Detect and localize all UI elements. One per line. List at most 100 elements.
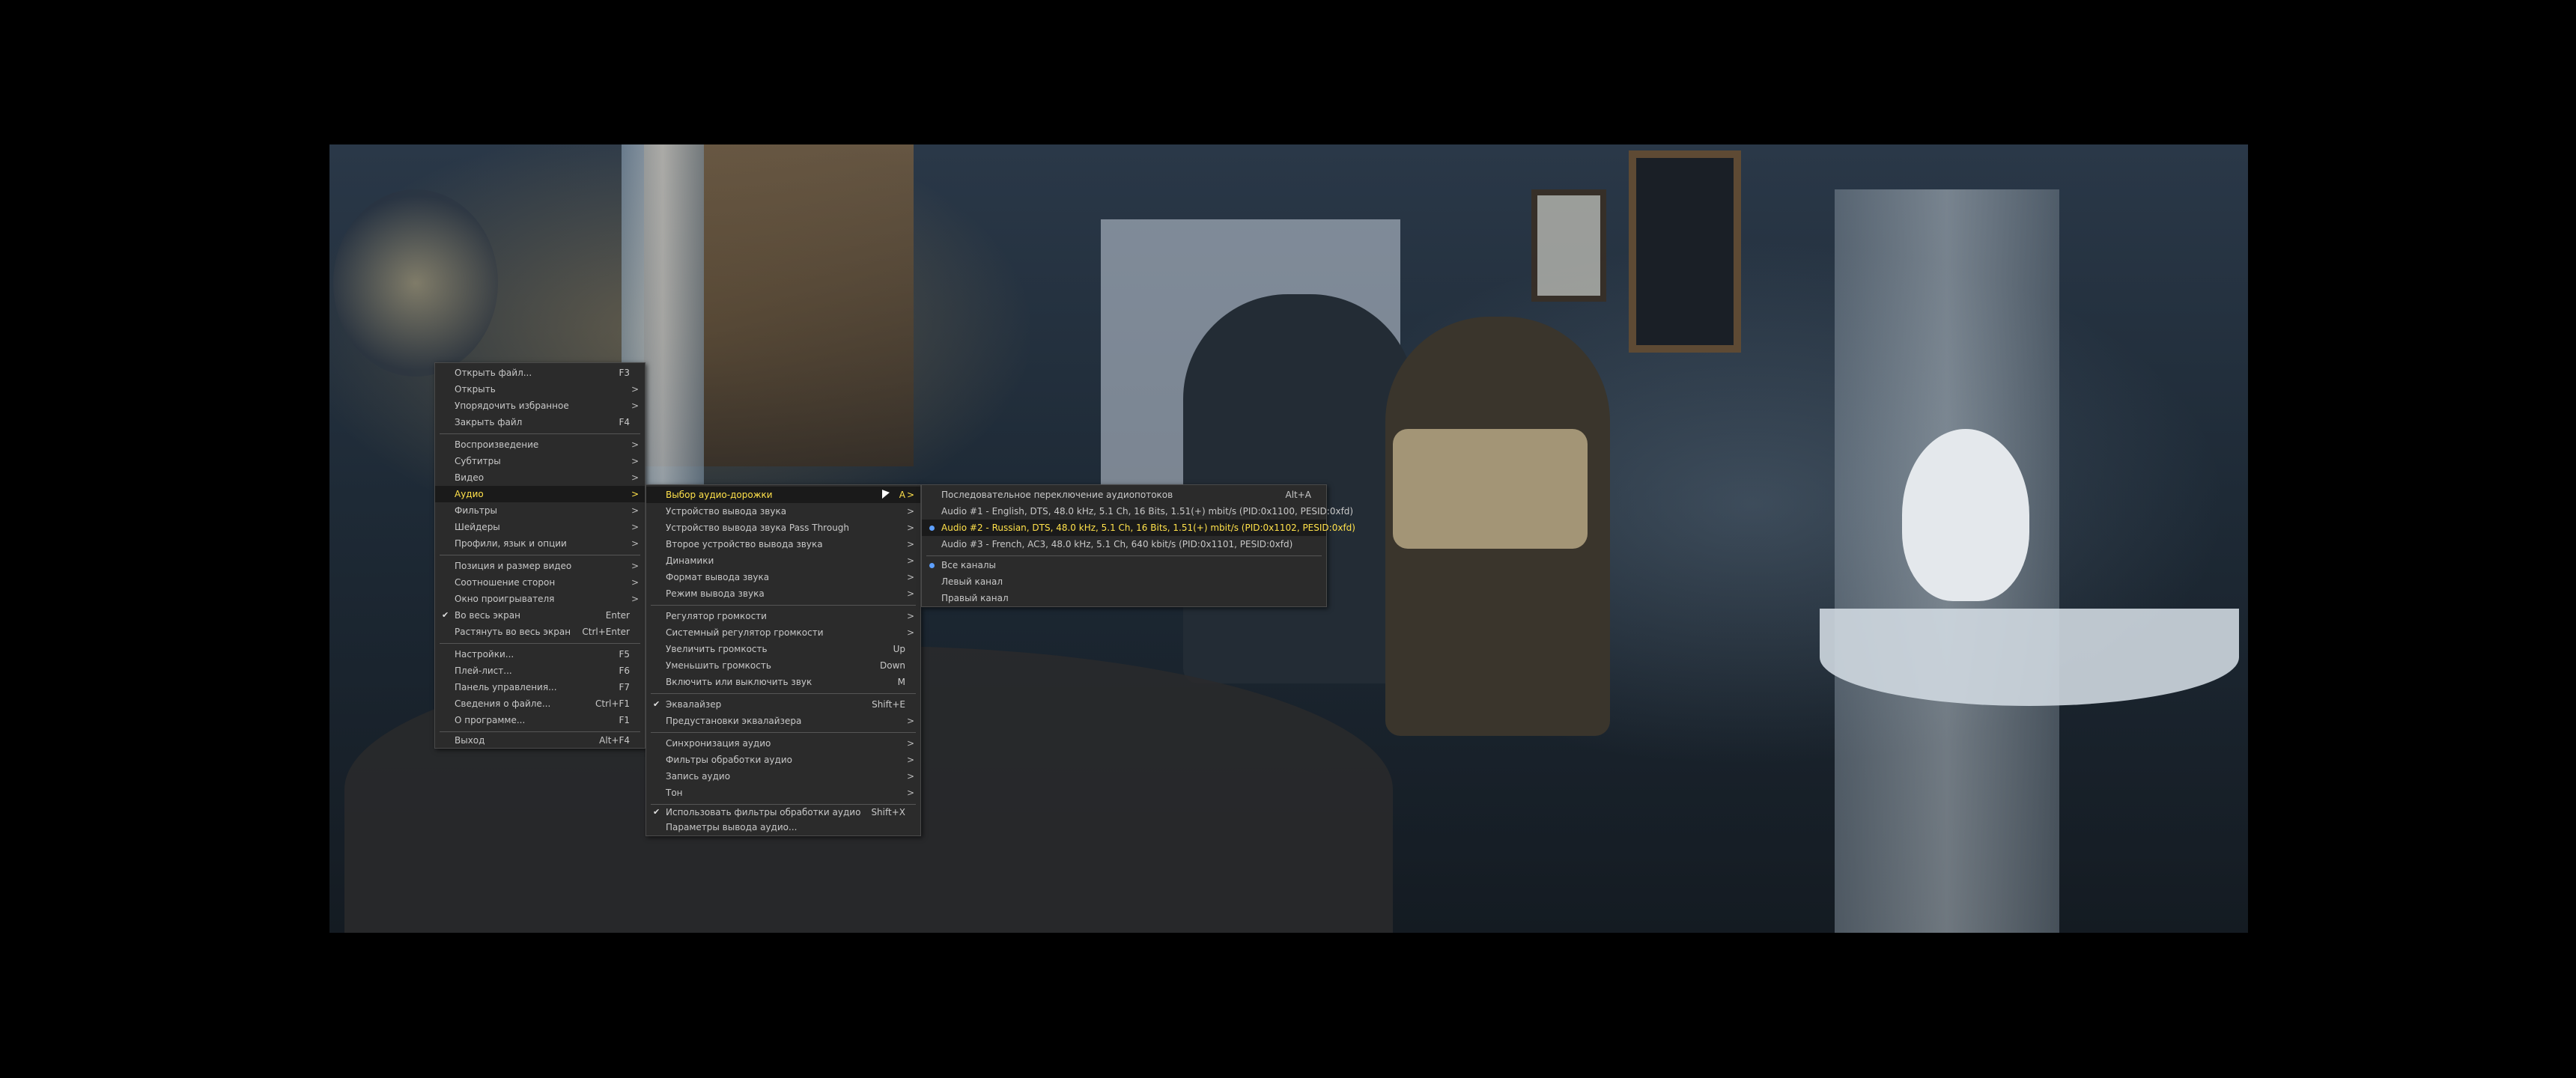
shortcut: A <box>899 490 905 500</box>
label: Формат вывода звука <box>666 572 770 582</box>
menu-item-equalizer[interactable]: ✔ Эквалайзер Shift+E <box>646 696 920 713</box>
context-menu-audio: Выбор аудио-дорожки A > Устройство вывода … <box>645 484 921 836</box>
menu-item-volume-control[interactable]: Регулятор громкости > <box>646 608 920 624</box>
menu-item-system-volume[interactable]: Системный регулятор громкости > <box>646 624 920 641</box>
separator <box>651 732 916 733</box>
label: Включить или выключить звук <box>666 677 812 687</box>
shortcut: F7 <box>619 682 630 692</box>
menu-item-shaders[interactable]: Шейдеры > <box>435 519 645 535</box>
menu-item-favorites[interactable]: Упорядочить избранное > <box>435 398 645 414</box>
menu-item-subtitles[interactable]: Субтитры > <box>435 453 645 469</box>
menu-item-audio-device-passthrough[interactable]: Устройство вывода звука Pass Through > <box>646 520 920 536</box>
menu-item-cycle-audio-streams[interactable]: Последовательное переключение аудиопоток… <box>922 487 1326 503</box>
label: Правый канал <box>941 593 1009 603</box>
submenu-arrow-icon: > <box>631 439 639 450</box>
label: Все каналы <box>941 560 996 570</box>
submenu-arrow-icon: > <box>631 577 639 588</box>
menu-item-audio-output-params[interactable]: Параметры вывода аудио... <box>646 819 920 835</box>
shawl <box>1393 429 1588 549</box>
submenu-arrow-icon: > <box>906 738 914 749</box>
menu-item-audio-record[interactable]: Запись аудио > <box>646 768 920 785</box>
label: Уменьшить громкость <box>666 660 771 671</box>
menu-item-fullscreen[interactable]: ✔ Во весь экран Enter <box>435 607 645 624</box>
label: Регулятор громкости <box>666 611 767 621</box>
menu-item-open-file[interactable]: Открыть файл... F3 <box>435 365 645 381</box>
shortcut: Ctrl+Enter <box>582 627 630 637</box>
shortcut: F5 <box>619 649 630 660</box>
menu-item-stretch-fullscreen[interactable]: Растянуть во весь экран Ctrl+Enter <box>435 624 645 640</box>
menu-item-filters[interactable]: Фильтры > <box>435 502 645 519</box>
submenu-arrow-icon: > <box>906 572 914 582</box>
menu-item-about[interactable]: О программе... F1 <box>435 712 645 728</box>
menu-item-audio-track-2[interactable]: Audio #2 - Russian, DTS, 48.0 kHz, 5.1 C… <box>922 520 1355 536</box>
portrait-frame <box>1629 150 1741 353</box>
menu-item-use-audio-filters[interactable]: ✔ Использовать фильтры обработки аудио Shi… <box>646 804 920 820</box>
menu-item-second-audio-device[interactable]: Второе устройство вывода звука > <box>646 536 920 552</box>
menu-item-audio[interactable]: Аудио > <box>435 486 645 502</box>
checkmark-icon: ✔ <box>653 699 660 709</box>
label: Сведения о файле... <box>455 698 551 709</box>
menu-item-audio-track-1[interactable]: Audio #1 - English, DTS, 48.0 kHz, 5.1 C… <box>922 503 1353 520</box>
menu-item-audio-track-select[interactable]: Выбор аудио-дорожки A > <box>646 487 920 503</box>
label: Второе устройство вывода звука <box>666 539 823 549</box>
menu-item-settings[interactable]: Настройки... F5 <box>435 646 645 663</box>
shortcut: Enter <box>605 610 630 621</box>
label: Последовательное переключение аудиопоток… <box>941 490 1173 500</box>
menu-item-audio-filters[interactable]: Фильтры обработки аудио > <box>646 752 920 768</box>
menu-item-control-panel[interactable]: Панель управления... F7 <box>435 679 645 695</box>
label: Эквалайзер <box>666 699 722 710</box>
menu-item-volume-up[interactable]: Увеличить громкость Up <box>646 641 920 657</box>
separator <box>926 555 1322 556</box>
label: Видео <box>455 472 484 483</box>
menu-item-mute-toggle[interactable]: Включить или выключить звук M <box>646 674 920 690</box>
label: Фильтры обработки аудио <box>666 755 792 765</box>
menu-item-left-channel[interactable]: Левый канал <box>922 573 1326 590</box>
menu-item-file-info[interactable]: Сведения о файле... Ctrl+F1 <box>435 695 645 712</box>
menu-item-audio-sync[interactable]: Синхронизация аудио > <box>646 735 920 752</box>
label: Audio #3 - French, AC3, 48.0 kHz, 5.1 Ch… <box>941 539 1293 549</box>
menu-item-profiles[interactable]: Профили, язык и опции > <box>435 535 645 552</box>
menu-item-all-channels[interactable]: Все каналы <box>922 557 1326 573</box>
label: Выход <box>455 735 485 746</box>
menu-item-equalizer-presets[interactable]: Предустановки эквалайзера > <box>646 713 920 729</box>
submenu-arrow-icon: > <box>631 384 639 395</box>
shortcut: M <box>897 677 905 687</box>
menu-item-output-format[interactable]: Формат вывода звука > <box>646 569 920 585</box>
submenu-arrow-icon: > <box>906 771 914 782</box>
submenu-arrow-icon: > <box>906 490 914 500</box>
submenu-arrow-icon: > <box>631 561 639 571</box>
menu-item-close-file[interactable]: Закрыть файл F4 <box>435 414 645 430</box>
menu-item-volume-down[interactable]: Уменьшить громкость Down <box>646 657 920 674</box>
label: Увеличить громкость <box>666 644 768 654</box>
menu-item-audio-track-3[interactable]: Audio #3 - French, AC3, 48.0 kHz, 5.1 Ch… <box>922 536 1326 552</box>
separator <box>440 731 640 732</box>
radio-selected-icon <box>929 563 935 568</box>
label: Использовать фильтры обработки аудио <box>666 807 861 817</box>
menu-item-player-window[interactable]: Окно проигрывателя > <box>435 591 645 607</box>
menu-item-right-channel[interactable]: Правый канал <box>922 590 1326 606</box>
menu-item-open[interactable]: Открыть > <box>435 381 645 398</box>
submenu-arrow-icon: > <box>906 755 914 765</box>
label: Профили, язык и опции <box>455 538 567 549</box>
menu-item-aspect-ratio[interactable]: Соотношение сторон > <box>435 574 645 591</box>
menu-item-playlist[interactable]: Плей-лист... F6 <box>435 663 645 679</box>
menu-item-speakers[interactable]: Динамики > <box>646 552 920 569</box>
submenu-arrow-icon: > <box>906 627 914 638</box>
label: Открыть <box>455 384 496 395</box>
label: Динамики <box>666 555 714 566</box>
label: Режим вывода звука <box>666 588 765 599</box>
menu-item-output-mode[interactable]: Режим вывода звука > <box>646 585 920 602</box>
submenu-arrow-icon: > <box>906 539 914 549</box>
shortcut: Up <box>893 644 905 654</box>
shortcut: Alt+A <box>1285 490 1311 500</box>
menu-item-video-position[interactable]: Позиция и размер видео > <box>435 558 645 574</box>
menu-item-audio-device[interactable]: Устройство вывода звука > <box>646 503 920 520</box>
submenu-arrow-icon: > <box>906 611 914 621</box>
menu-item-exit[interactable]: Выход Alt+F4 <box>435 733 645 748</box>
radio-selected-icon <box>929 526 935 531</box>
menu-item-playback[interactable]: Воспроизведение > <box>435 436 645 453</box>
menu-item-video[interactable]: Видео > <box>435 469 645 486</box>
menu-item-pitch[interactable]: Тон > <box>646 785 920 801</box>
shortcut: Shift+X <box>871 807 905 817</box>
label: Устройство вывода звука <box>666 506 787 517</box>
